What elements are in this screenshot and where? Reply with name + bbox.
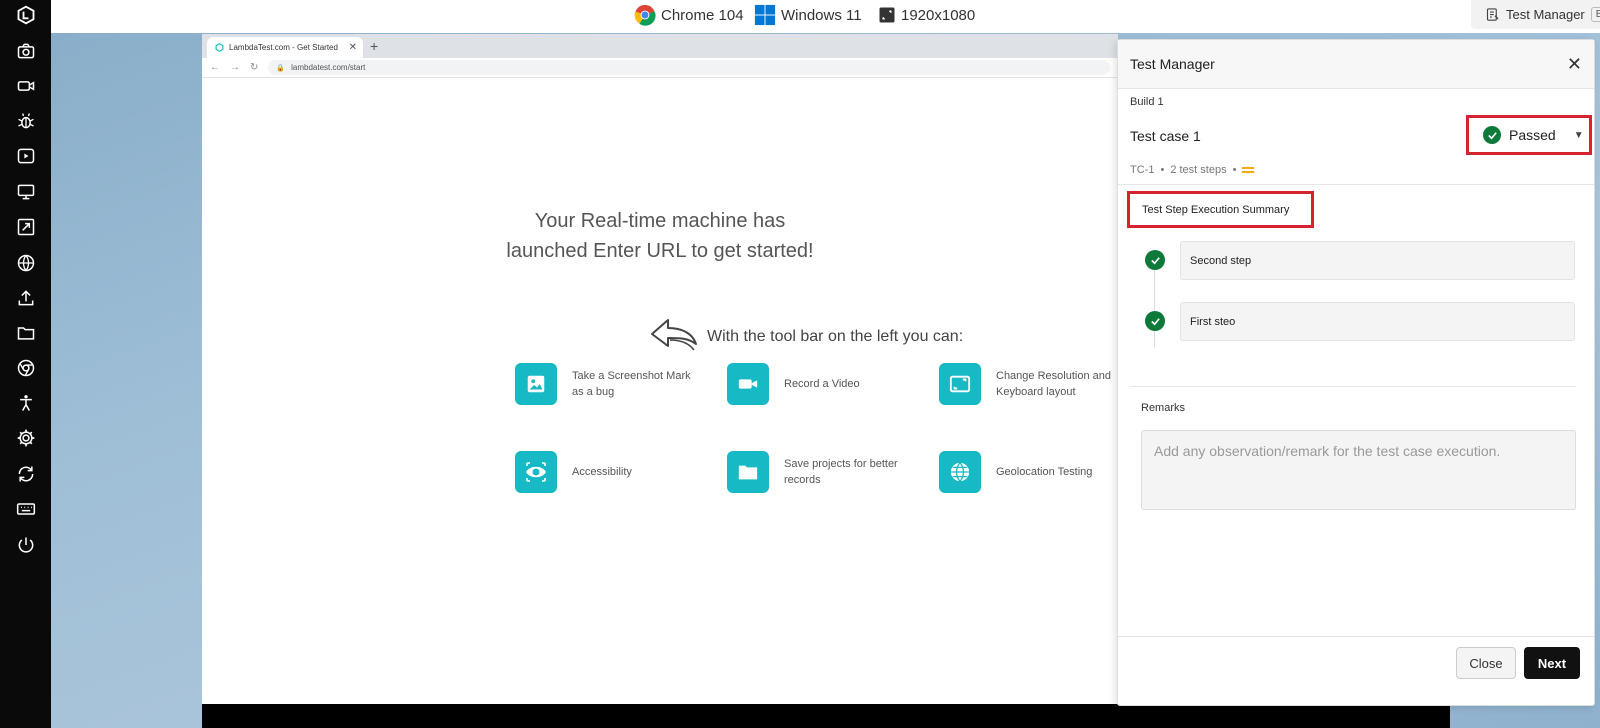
browser-tab[interactable]: LambdaTest.com - Get Started ✕	[207, 37, 363, 58]
resize-icon[interactable]	[13, 214, 39, 240]
separator-dot: •	[1160, 164, 1165, 176]
browser-env: Chrome 104	[634, 0, 744, 30]
test-case-name: Test case 1	[1130, 128, 1201, 144]
accessibility-icon[interactable]	[13, 390, 39, 416]
status-value: Passed	[1509, 127, 1556, 143]
bug-icon[interactable]	[13, 108, 39, 134]
beta-badge: BETA	[1590, 7, 1600, 22]
feature-resolution: Change Resolution and Keyboard layout	[939, 363, 1116, 405]
monitor-icon[interactable]	[13, 179, 39, 205]
step-passed-icon	[1145, 250, 1165, 270]
navigation-bar: ← → ↻ 🔒 lambdatest.com/start	[202, 58, 1118, 78]
os-env: Windows 11	[754, 0, 862, 30]
tab-close-icon[interactable]: ✕	[349, 42, 357, 53]
check-circle-icon	[1483, 126, 1501, 144]
left-toolbar	[0, 0, 51, 728]
feature-label: Accessibility	[572, 466, 632, 478]
priority-medium-icon	[1242, 167, 1255, 173]
headline-line-1: Your Real-time machine has	[534, 210, 786, 232]
globe-icon	[939, 451, 981, 493]
resolution-value: 1920x1080	[901, 6, 976, 24]
browser-version: Chrome 104	[661, 6, 744, 24]
panel-title: Test Manager	[1130, 56, 1215, 72]
divider	[1118, 184, 1594, 185]
taskbar-strip	[202, 704, 1450, 728]
feature-label: Change Resolution and Keyboard layout	[996, 370, 1111, 398]
feature-label: Save projects for better records	[784, 458, 898, 486]
curved-arrow-icon	[651, 319, 697, 351]
remarks-label: Remarks	[1141, 402, 1186, 414]
clipboard-icon	[1486, 8, 1499, 21]
close-icon[interactable]: ✕	[1567, 54, 1582, 75]
new-tab-icon[interactable]: +	[370, 38, 378, 54]
os-version: Windows 11	[781, 6, 862, 24]
logo-icon[interactable]	[13, 2, 39, 28]
start-page: Your Real-time machine has launched Ente…	[202, 80, 1118, 704]
remote-browser-window: LambdaTest.com - Get Started ✕ + ← → ↻ 🔒…	[202, 34, 1118, 704]
resolution-icon	[939, 363, 981, 405]
feature-screenshot: Take a Screenshot Mark as a bug	[515, 363, 692, 405]
upload-icon[interactable]	[13, 285, 39, 311]
feature-accessibility: Accessibility	[515, 451, 692, 493]
test-manager-panel: Test Manager ✕ Build 1 Test case 1 Passe…	[1117, 39, 1595, 706]
video-icon[interactable]	[13, 73, 39, 99]
back-icon[interactable]: ←	[210, 62, 220, 73]
video-icon	[727, 363, 769, 405]
test-case-id: TC-1	[1130, 164, 1155, 176]
feature-label: Geolocation Testing	[996, 466, 1093, 478]
session-topbar: Chrome 104 Windows 11 1920x1080 Test Man…	[51, 0, 1600, 33]
feature-geolocation: Geolocation Testing	[939, 451, 1116, 493]
status-dropdown[interactable]: Passed ▼	[1466, 115, 1592, 155]
chrome-icon[interactable]	[13, 355, 39, 381]
chevron-down-icon: ▼	[1573, 129, 1584, 141]
feature-record-video: Record a Video	[727, 363, 904, 405]
test-step[interactable]: First steo	[1180, 302, 1575, 341]
switch-icon[interactable]	[13, 461, 39, 487]
image-icon	[515, 363, 557, 405]
gear-icon[interactable]	[13, 425, 39, 451]
panel-header: Test Manager ✕	[1118, 40, 1594, 89]
test-manager-toggle[interactable]: Test Manager BETA	[1471, 0, 1600, 29]
power-icon[interactable]	[13, 532, 39, 558]
windows-logo-icon	[754, 4, 776, 26]
lambdatest-favicon-icon	[215, 43, 224, 52]
resolution-icon	[879, 7, 895, 23]
resolution-env: 1920x1080	[878, 0, 975, 30]
lock-icon: 🔒	[276, 64, 286, 72]
headline-line-2: launched Enter URL to get started!	[506, 240, 814, 262]
address-bar[interactable]: 🔒 lambdatest.com/start	[268, 60, 1110, 75]
test-manager-label: Test Manager	[1506, 7, 1585, 22]
test-case-meta: TC-1 • 2 test steps •	[1130, 164, 1255, 176]
toolbar-hint: With the tool bar on the left you can:	[707, 328, 964, 345]
forward-icon[interactable]: →	[230, 62, 240, 73]
remarks-input[interactable]	[1141, 430, 1576, 510]
divider	[1118, 636, 1594, 637]
close-button[interactable]: Close	[1456, 647, 1516, 679]
separator-dot: •	[1232, 164, 1237, 176]
feature-save-projects: Save projects for better records	[727, 451, 904, 493]
execution-summary-title: Test Step Execution Summary	[1127, 191, 1314, 228]
steps-count: 2 test steps	[1170, 164, 1227, 176]
feature-label: Record a Video	[784, 378, 860, 390]
start-headline: Your Real-time machine has launched Ente…	[202, 206, 1118, 266]
keyboard-icon[interactable]	[13, 496, 39, 522]
tab-title: LambdaTest.com - Get Started	[229, 43, 338, 52]
camera-icon[interactable]	[13, 38, 39, 64]
feature-label: Take a Screenshot Mark as a bug	[572, 370, 691, 398]
play-icon[interactable]	[13, 143, 39, 169]
chrome-logo-icon	[634, 4, 656, 26]
divider	[1130, 386, 1576, 387]
globe-icon[interactable]	[13, 250, 39, 276]
folder-icon	[727, 451, 769, 493]
next-button[interactable]: Next	[1524, 647, 1580, 679]
url-text: lambdatest.com/start	[291, 63, 366, 72]
folder-icon[interactable]	[13, 320, 39, 346]
reload-icon[interactable]: ↻	[250, 62, 258, 73]
build-name: Build 1	[1130, 96, 1164, 108]
step-passed-icon	[1145, 311, 1165, 331]
eye-icon	[515, 451, 557, 493]
test-step[interactable]: Second step	[1180, 241, 1575, 280]
tab-strip: LambdaTest.com - Get Started ✕ +	[202, 34, 1118, 58]
